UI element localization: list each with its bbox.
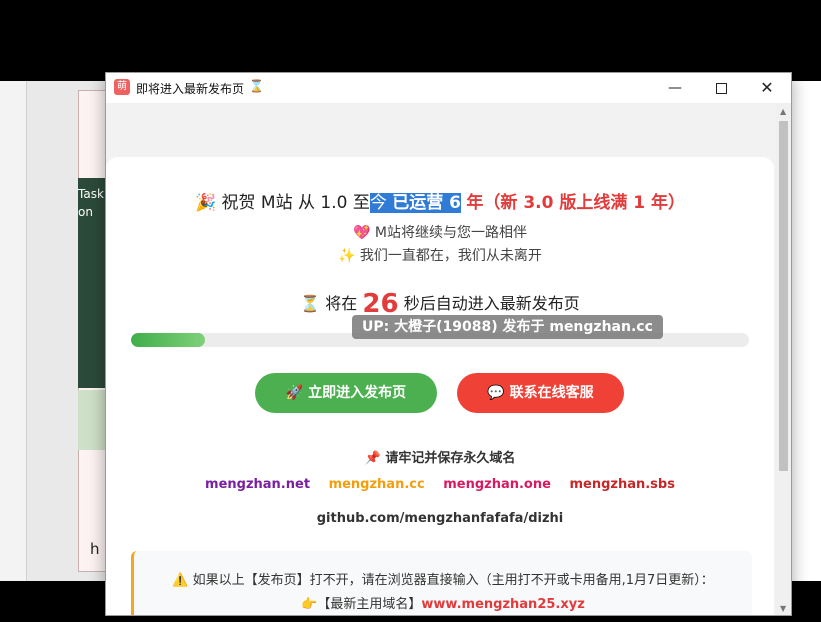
contact-service-button[interactable]: 💬 联系在线客服 [457, 373, 624, 413]
scroll-up-icon[interactable]: ▲ [780, 107, 786, 116]
subline-continue: 💖 M站将继续与您一路相伴 [353, 225, 527, 241]
domain-list: mengzhan.net mengzhan.cc mengzhan.one me… [106, 477, 774, 492]
popup-window: 萌 即将进入最新发布页 ⌛ — ✕ 🎉 祝贺 M站 从 1.0 至今 已运营 6… [105, 72, 792, 616]
main-domain-link[interactable]: www.mengzhan25.xyz [421, 597, 584, 612]
scrollbar[interactable]: ▲ ▼ [776, 103, 791, 615]
party-icon: 🎉 [194, 193, 217, 213]
scroll-down-icon[interactable]: ▼ [780, 604, 786, 613]
background-strip-light [78, 390, 105, 450]
headline-highlight: 年（新 3.0 版上线满 1 年） [466, 193, 686, 213]
domain-link[interactable]: mengzhan.net [205, 477, 310, 492]
headline-text: 祝贺 M站 从 1.0 至 [221, 193, 370, 213]
page-content: 🎉 祝贺 M站 从 1.0 至今 已运营 6 年（新 3.0 版上线满 1 年）… [106, 103, 776, 615]
domains-title: 📌 请牢记并保存永久域名 [364, 451, 516, 466]
scrollbar-thumb[interactable] [779, 121, 788, 471]
notice-label: 👉【最新主用域名】 [301, 597, 422, 612]
domain-link[interactable]: mengzhan.sbs [569, 477, 675, 492]
main-card: 🎉 祝贺 M站 从 1.0 至今 已运营 6 年（新 3.0 版上线满 1 年）… [106, 157, 774, 615]
title-bar[interactable]: 萌 即将进入最新发布页 ⌛ — ✕ [106, 73, 791, 103]
minimize-button[interactable]: — [652, 73, 698, 103]
domain-link[interactable]: mengzhan.one [443, 477, 551, 492]
headline: 🎉 祝贺 M站 从 1.0 至今 已运营 6 年（新 3.0 版上线满 1 年） [106, 188, 774, 213]
background-text: Task [78, 187, 104, 201]
app-icon: 萌 [114, 79, 130, 95]
enter-release-page-button[interactable]: 🚀 立即进入发布页 [255, 373, 437, 413]
notice-text: ⚠️ 如果以上【发布页】打不开，请在浏览器直接输入（主用打不开或卡用备用,1月7… [172, 573, 714, 588]
hourglass-icon: ⌛ [249, 79, 264, 93]
progress-fill [131, 333, 206, 347]
background-top [0, 0, 821, 81]
selected-text[interactable]: 今 已运营 6 [369, 193, 462, 213]
close-button[interactable]: ✕ [744, 73, 790, 103]
background-text: on [78, 205, 93, 219]
domain-link[interactable]: mengzhan.cc [329, 477, 425, 492]
selected-char: 今 [369, 193, 387, 213]
notice-main-domain: 👉【最新主用域名】www.mengzhan25.xyz [134, 593, 752, 612]
countdown-post: 秒后自动进入最新发布页 [403, 294, 580, 313]
countdown-pre: 将在 [325, 294, 358, 313]
maximize-button[interactable] [698, 73, 744, 103]
hourglass-icon: ⏳ [300, 294, 321, 313]
github-link[interactable]: github.com/mengzhanfafafa/dizhi [106, 511, 774, 526]
maximize-icon [715, 82, 727, 94]
uploader-tooltip: UP: 大橙子(19088) 发布于 mengzhan.cc [352, 315, 663, 339]
subline-always: ✨ 我们一直都在，我们从未离开 [338, 248, 542, 264]
notice-box: ⚠️ 如果以上【发布页】打不开，请在浏览器直接输入（主用打不开或卡用备用,1月7… [131, 551, 752, 615]
selected-highlight: 已运营 6 [392, 193, 462, 213]
window-title: 即将进入最新发布页 [136, 82, 245, 96]
background-text: h [90, 540, 100, 558]
